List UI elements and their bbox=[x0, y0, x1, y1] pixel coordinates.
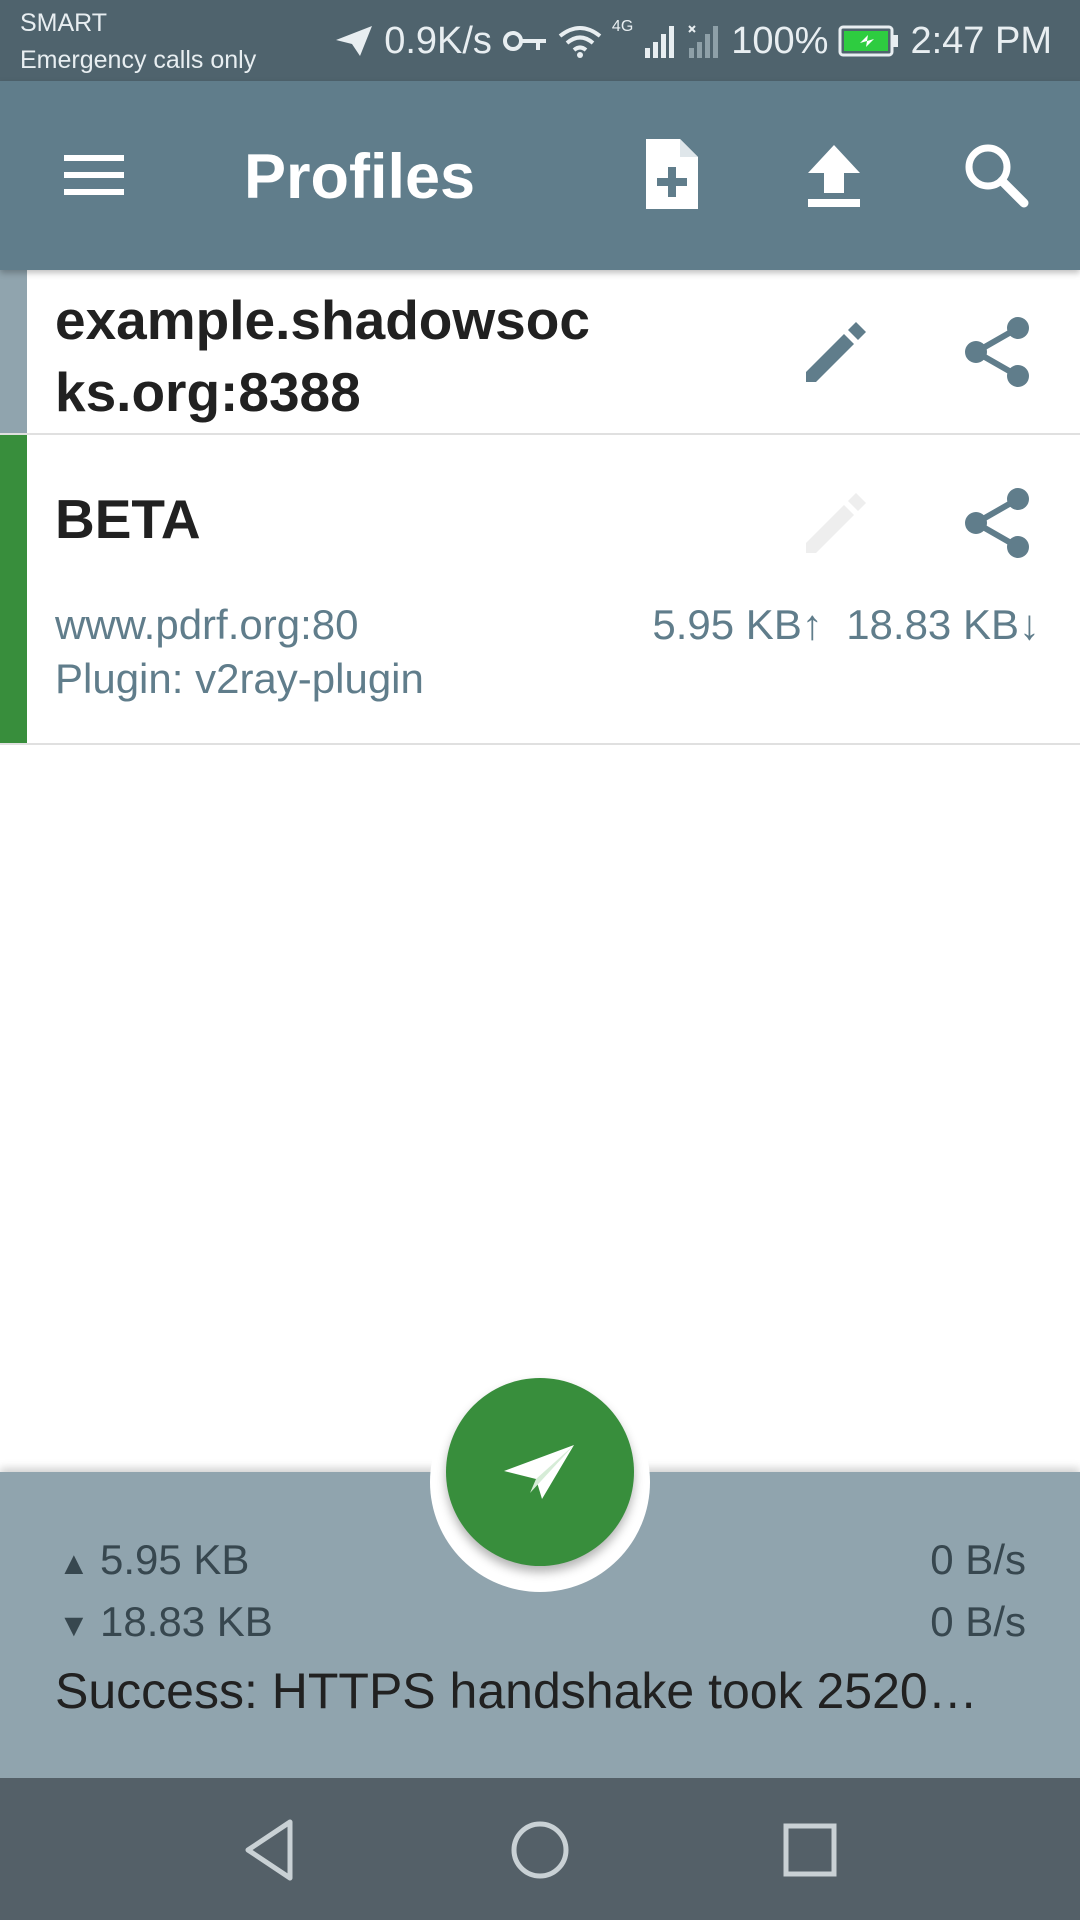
connection-status-message[interactable]: Success: HTTPS handshake took 2520… bbox=[55, 1662, 1015, 1720]
upload-icon bbox=[808, 145, 860, 207]
profile-host: www.pdrf.org:80 bbox=[55, 601, 359, 648]
upload-rate: 0 B/s bbox=[930, 1536, 1026, 1583]
share-icon bbox=[965, 488, 1029, 558]
battery-charging-icon bbox=[838, 25, 899, 57]
signal-icon bbox=[645, 26, 675, 58]
share-button[interactable] bbox=[958, 483, 1038, 563]
emergency-label: Emergency calls only bbox=[20, 46, 257, 74]
navigation-bar bbox=[0, 1778, 1080, 1920]
app-bar: Profiles bbox=[0, 81, 1080, 270]
menu-button[interactable] bbox=[58, 147, 130, 203]
paper-plane-icon bbox=[336, 26, 373, 56]
menu-icon bbox=[64, 155, 124, 195]
share-icon bbox=[965, 317, 1029, 387]
profile-list: example.shadowsocks.org:8388 BETA www.pd… bbox=[0, 270, 1080, 745]
profile-item[interactable]: BETA www.pdrf.org:80 Plugin: v2ray-plugi… bbox=[0, 435, 1080, 745]
recents-button[interactable] bbox=[774, 1814, 846, 1886]
up-arrow-icon: ▲ bbox=[58, 1545, 90, 1581]
traffic-up: 5.95 KB↑ bbox=[652, 601, 823, 648]
page-title: Profiles bbox=[244, 142, 476, 212]
status-bar: SMART Emergency calls only 0.9K/s 4G 100… bbox=[0, 0, 1080, 81]
search-icon bbox=[965, 144, 1029, 208]
search-button[interactable] bbox=[958, 137, 1034, 213]
wifi-icon bbox=[558, 26, 602, 58]
network-speed: 0.9K/s bbox=[384, 19, 492, 62]
download-rate: 0 B/s bbox=[930, 1598, 1026, 1645]
add-profile-button[interactable] bbox=[634, 137, 710, 213]
status-icons: 0.9K/s 4G 100% 2:47 PM bbox=[334, 18, 1052, 64]
signal-no-sim-icon bbox=[688, 25, 719, 58]
import-button[interactable] bbox=[796, 137, 872, 213]
edit-button[interactable] bbox=[796, 312, 876, 392]
profile-name: example.shadowsocks.org:8388 bbox=[55, 289, 590, 423]
carrier-label: SMART bbox=[20, 9, 108, 37]
upload-total: ▲ 5.95 KB bbox=[58, 1536, 250, 1583]
pencil-icon bbox=[806, 322, 866, 382]
pencil-icon bbox=[806, 493, 866, 553]
share-button[interactable] bbox=[958, 312, 1038, 392]
clock: 2:47 PM bbox=[910, 19, 1052, 62]
back-button[interactable] bbox=[234, 1814, 306, 1886]
profile-item[interactable]: example.shadowsocks.org:8388 bbox=[0, 270, 1080, 435]
vpn-key-icon bbox=[502, 31, 546, 51]
home-button[interactable] bbox=[504, 1814, 576, 1886]
recents-square-icon bbox=[783, 1823, 837, 1877]
profile-indicator-active bbox=[0, 435, 27, 743]
add-file-icon bbox=[646, 139, 698, 209]
down-arrow-icon: ▼ bbox=[58, 1607, 90, 1643]
profile-indicator bbox=[0, 270, 27, 433]
profile-traffic: 5.95 KB↑ 18.83 KB↓ bbox=[652, 601, 1040, 649]
edit-button-disabled bbox=[796, 483, 876, 563]
network-type: 4G bbox=[611, 18, 634, 35]
traffic-down: 18.83 KB↓ bbox=[846, 601, 1040, 648]
back-triangle-icon bbox=[245, 1819, 293, 1881]
home-circle-icon bbox=[511, 1821, 569, 1879]
connect-button[interactable] bbox=[446, 1378, 634, 1566]
download-total: ▼ 18.83 KB bbox=[58, 1598, 273, 1645]
profile-plugin: Plugin: v2ray-plugin bbox=[55, 655, 424, 702]
paper-plane-icon bbox=[504, 1445, 574, 1499]
battery-percent: 100% bbox=[731, 19, 829, 62]
profile-name: BETA bbox=[55, 488, 201, 550]
